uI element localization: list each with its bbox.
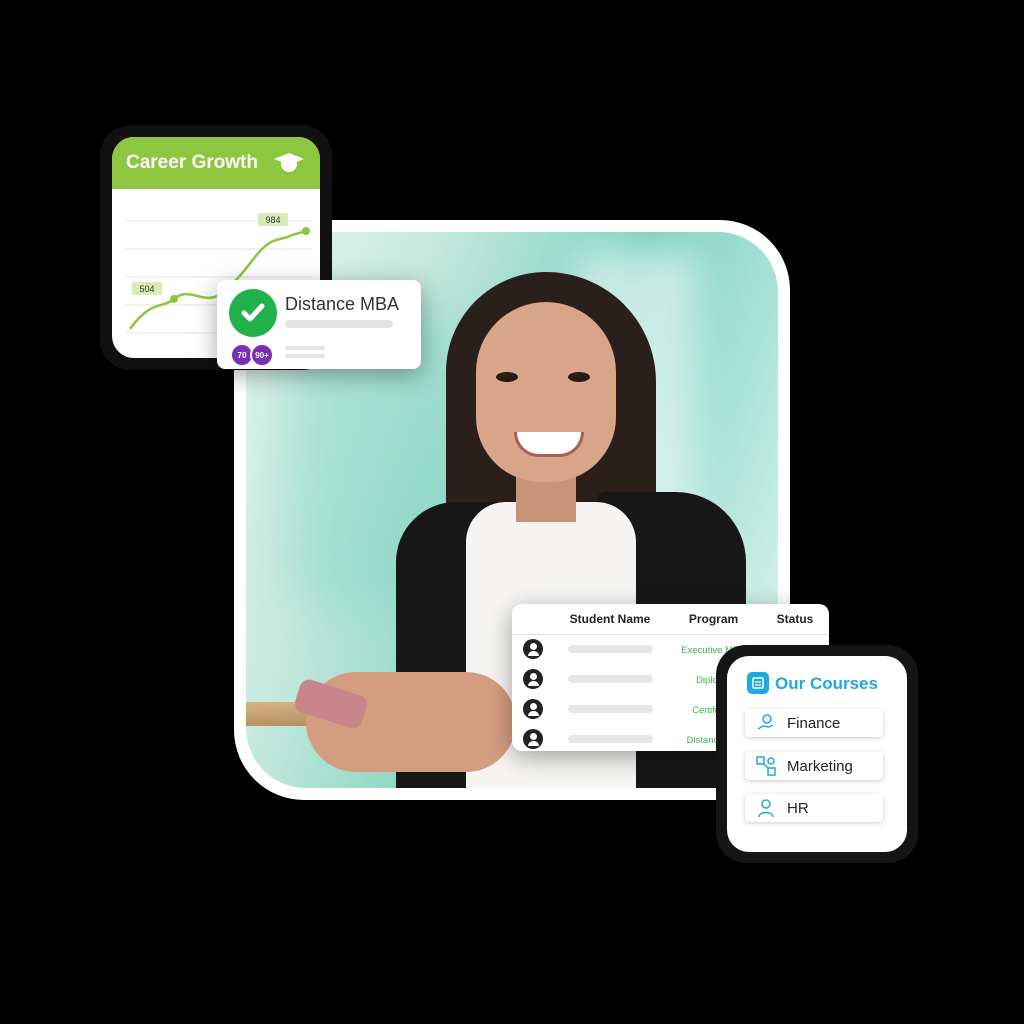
course-label: HR [787,799,809,817]
our-courses-title: Our Courses [775,674,878,693]
distance-mba-card[interactable]: Distance MBA 70 90+ [217,280,421,369]
growth-label-high: 984 [265,215,280,225]
column-header-program: Program [666,604,761,635]
student-name-placeholder [567,734,653,743]
distance-mba-title: Distance MBA [285,294,400,314]
user-avatar-icon [523,698,543,719]
career-growth-header: Career Growth [112,137,320,189]
column-header-status: Status [761,604,829,635]
courses-book-icon [747,672,769,694]
user-avatar-icon [523,668,543,689]
career-growth-title: Career Growth [126,152,258,173]
our-courses-card: Our Courses Finance Marketing HR [716,645,918,863]
hr-person-icon [755,797,777,819]
course-marketing-button[interactable]: Marketing [745,752,883,780]
our-courses-panel: Our Courses Finance Marketing HR [727,656,907,852]
student-name-placeholder [567,674,653,683]
user-avatar-icon [523,728,543,749]
graduation-cap-icon [272,151,306,175]
student-name-placeholder [567,704,653,713]
placeholder-line-short [285,354,325,358]
growth-point-high [302,227,310,235]
check-icon [229,289,277,337]
user-avatar-icon [523,638,543,659]
score-badge-90: 90+ [250,343,274,367]
course-label: Marketing [787,757,853,775]
marketing-network-icon [755,755,777,777]
course-finance-button[interactable]: Finance [745,709,883,737]
growth-label-low: 504 [139,284,154,294]
course-label: Finance [787,714,841,732]
finance-hand-coin-icon [755,712,777,734]
column-header-student-name: Student Name [554,604,666,635]
student-name-placeholder [567,644,653,653]
course-hr-button[interactable]: HR [745,794,883,822]
avatar-column-header [512,604,554,635]
placeholder-line-short [285,346,325,350]
placeholder-line [285,320,393,328]
growth-point-low [170,295,178,303]
